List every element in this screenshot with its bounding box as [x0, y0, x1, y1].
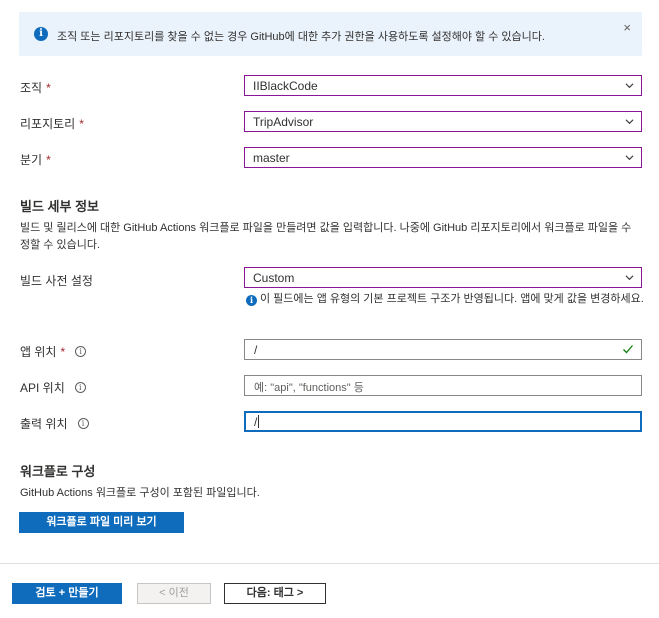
branch-dropdown[interactable]: master — [244, 147, 642, 168]
required-marker: * — [60, 344, 66, 359]
preset-hint: i이 필드에는 앱 유형의 기본 프로젝트 구조가 반영됩니다. 앱에 맞게 값… — [246, 291, 646, 308]
app-location-label: 앱 위치 * i — [20, 343, 87, 360]
preview-workflow-button[interactable]: 워크플로 파일 미리 보기 — [19, 512, 184, 533]
previous-button[interactable]: < 이전 — [137, 583, 211, 604]
required-marker: * — [46, 80, 51, 95]
build-details-description: 빌드 및 릴리스에 대한 GitHub Actions 워크플로 파일을 만들려… — [20, 222, 632, 251]
build-details-heading: 빌드 세부 정보 — [20, 199, 99, 214]
workflow-description: GitHub Actions 워크플로 구성이 포함된 파일입니다. — [20, 487, 260, 499]
repo-label-text: 리포지토리 — [20, 117, 76, 131]
chevron-down-icon — [625, 155, 634, 161]
chevron-down-icon — [625, 83, 634, 89]
api-location-placeholder: 예: "api", "functions" 등 — [254, 382, 364, 394]
required-marker: * — [79, 116, 84, 131]
info-icon: i — [246, 295, 257, 306]
api-location-input[interactable]: 예: "api", "functions" 등 — [244, 375, 642, 396]
preset-label-text: 빌드 사전 설정 — [20, 274, 93, 288]
preset-label: 빌드 사전 설정 — [20, 272, 93, 289]
checkmark-icon — [623, 345, 633, 354]
build-preset-dropdown[interactable]: Custom — [244, 267, 642, 288]
output-location-label: 출력 위치 i — [20, 415, 89, 432]
review-create-button[interactable]: 검토 + 만들기 — [12, 583, 122, 604]
org-dropdown[interactable]: IIBlackCode — [244, 75, 642, 96]
preset-hint-text: 이 필드에는 앱 유형의 기본 프로젝트 구조가 반영됩니다. 앱에 맞게 값을… — [260, 293, 644, 305]
workflow-heading: 워크플로 구성 — [20, 464, 96, 479]
build-preset-value: Custom — [253, 271, 295, 285]
branch-dropdown-value: master — [253, 151, 290, 165]
info-outline-icon[interactable]: i — [75, 346, 87, 357]
next-tags-button[interactable]: 다음: 태그 > — [224, 583, 326, 604]
output-location-label-text: 출력 위치 — [20, 417, 68, 431]
chevron-down-icon — [625, 275, 634, 281]
info-outline-icon[interactable]: i — [74, 382, 86, 393]
org-label-text: 조직 — [20, 81, 43, 95]
repo-dropdown-value: TripAdvisor — [253, 115, 314, 129]
info-banner: i 조직 또는 리포지토리를 찾을 수 없는 경우 GitHub에 대한 추가 … — [19, 12, 642, 56]
output-location-value: / — [254, 415, 260, 429]
branch-label-text: 분기 — [20, 153, 43, 167]
output-location-input[interactable]: / — [244, 411, 642, 432]
app-location-input[interactable]: / — [244, 339, 642, 360]
info-icon: i — [34, 27, 48, 41]
branch-label: 분기 * — [20, 151, 51, 168]
repo-dropdown[interactable]: TripAdvisor — [244, 111, 642, 132]
repo-label: 리포지토리 * — [20, 115, 84, 132]
banner-message: 조직 또는 리포지토리를 찾을 수 없는 경우 GitHub에 대한 추가 권한… — [57, 31, 545, 43]
text-caret — [258, 415, 260, 428]
footer-divider — [0, 563, 659, 564]
output-location-text: / — [254, 415, 258, 429]
api-location-label-text: API 위치 — [20, 381, 65, 395]
app-location-value: / — [254, 343, 258, 357]
chevron-down-icon — [625, 119, 634, 125]
info-outline-icon[interactable]: i — [77, 418, 89, 429]
org-label: 조직 * — [20, 79, 51, 96]
api-location-label: API 위치 i — [20, 379, 86, 396]
close-icon[interactable]: × — [623, 20, 631, 35]
app-location-label-text: 앱 위치 — [20, 345, 57, 359]
org-dropdown-value: IIBlackCode — [253, 79, 318, 93]
required-marker: * — [46, 152, 51, 167]
